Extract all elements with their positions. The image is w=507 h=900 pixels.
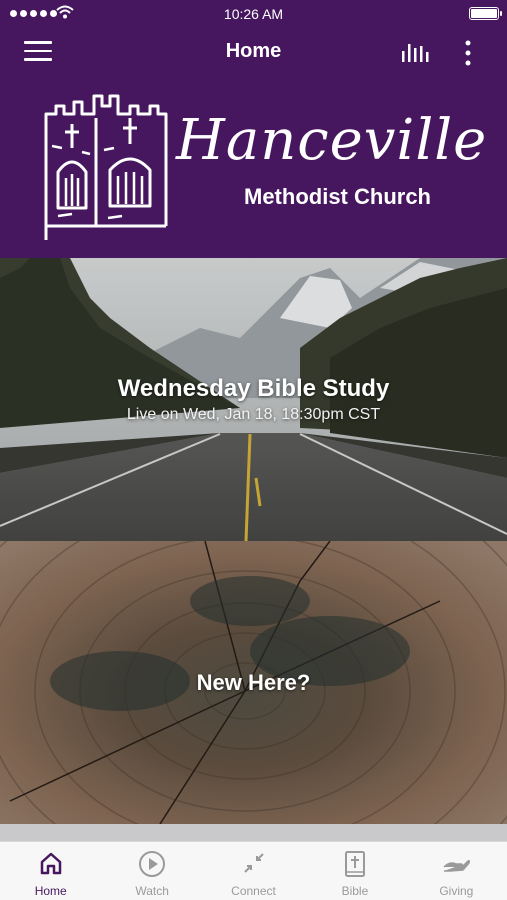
- tab-label: Giving: [439, 884, 474, 898]
- tab-bar: Home Watch Connect Bible Giving: [0, 841, 507, 900]
- bible-study-card[interactable]: Wednesday Bible Study Live on Wed, Jan 1…: [0, 258, 507, 541]
- tab-label: Bible: [341, 884, 369, 898]
- top-nav: Home: [0, 32, 507, 74]
- tab-home[interactable]: Home: [0, 842, 101, 900]
- app-header: 10:26 AM Home Hanceville Methodist Churc…: [0, 0, 507, 258]
- connect-icon: [243, 853, 264, 873]
- more-options-icon[interactable]: [456, 38, 480, 68]
- tab-label: Home: [34, 884, 67, 898]
- home-icon: [40, 852, 61, 875]
- audio-bars-icon[interactable]: [398, 40, 432, 66]
- menu-button[interactable]: [24, 41, 54, 65]
- tab-label: Connect: [231, 884, 276, 898]
- logo-title: Hanceville: [176, 108, 488, 173]
- giving-icon: [443, 860, 471, 872]
- tab-connect[interactable]: Connect: [203, 842, 304, 900]
- tab-label: Watch: [135, 884, 169, 898]
- status-time: 10:26 AM: [223, 6, 284, 22]
- tab-watch[interactable]: Watch: [101, 842, 202, 900]
- tab-giving[interactable]: Giving: [406, 842, 507, 900]
- new-here-card[interactable]: New Here?: [0, 541, 507, 824]
- battery-icon: [469, 7, 502, 20]
- card-title: Wednesday Bible Study: [117, 375, 390, 402]
- status-bar: 10:26 AM: [0, 0, 507, 28]
- card-title: New Here?: [196, 670, 311, 695]
- card-subtitle: Live on Wed, Jan 18, 18:30pm CST: [126, 406, 381, 423]
- next-card-peek: [0, 824, 507, 841]
- play-icon: [139, 851, 166, 877]
- logo-subtitle: Methodist Church: [244, 184, 431, 209]
- bible-icon: [344, 851, 365, 877]
- tab-bible[interactable]: Bible: [304, 842, 405, 900]
